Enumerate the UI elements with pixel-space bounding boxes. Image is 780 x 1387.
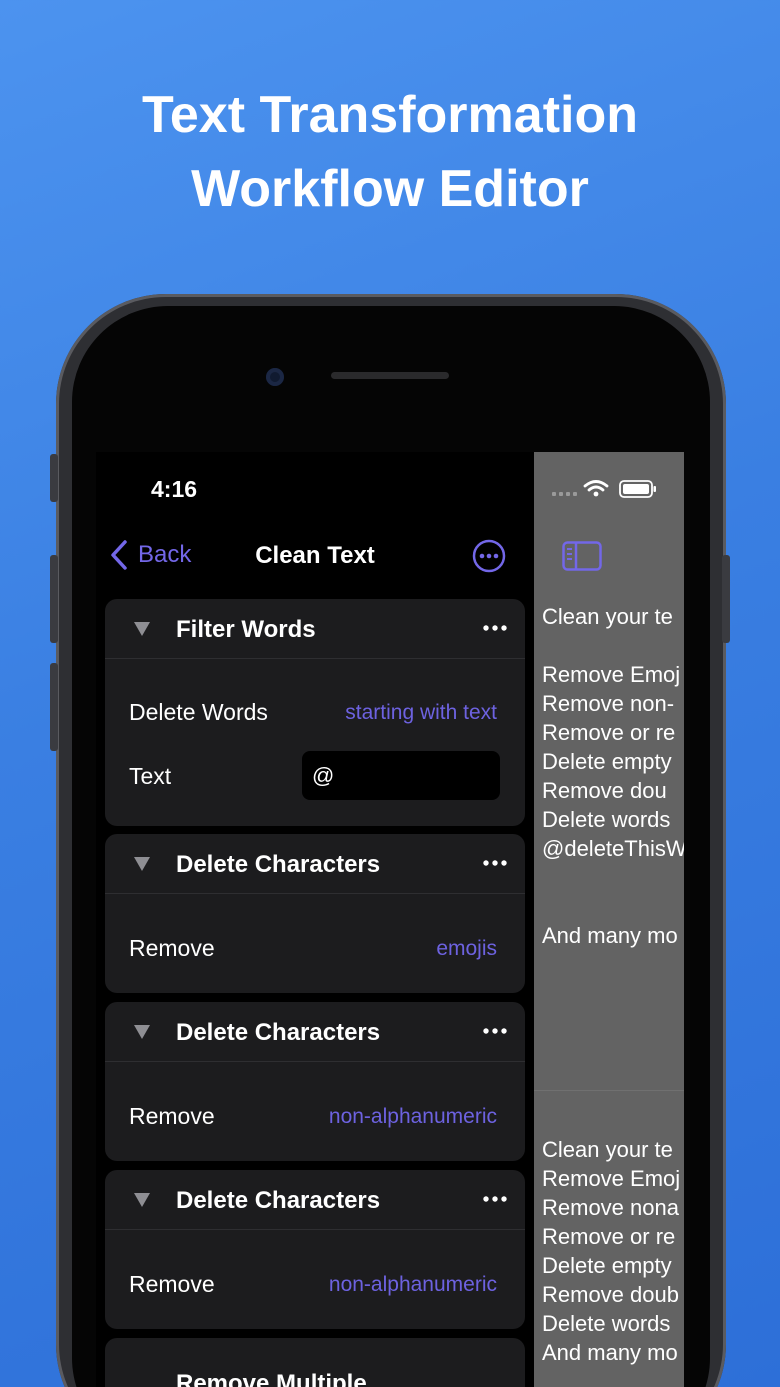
preview-line: Delete empty <box>542 749 672 774</box>
option-value-picker[interactable]: emojis <box>436 937 497 961</box>
output-text-preview[interactable]: Clean your te Remove Emoj Remove nona Re… <box>542 1135 680 1367</box>
collapse-triangle-icon[interactable] <box>133 1024 151 1040</box>
sidebar-toggle-icon[interactable] <box>562 541 602 571</box>
step-title: Delete Characters <box>176 1187 381 1214</box>
headline: Text Transformation Workflow Editor <box>0 78 780 226</box>
front-camera <box>266 368 284 386</box>
option-row-remove[interactable]: Remove non-alphanumeric <box>129 1103 497 1130</box>
step-card-header[interactable]: Delete Characters <box>105 834 525 894</box>
status-icons <box>552 480 656 498</box>
ellipsis-icon[interactable] <box>483 1195 507 1203</box>
ellipsis-icon[interactable] <box>483 624 507 632</box>
step-title: Remove Multiple <box>176 1370 367 1387</box>
preview-line: Remove doub <box>542 1282 679 1307</box>
battery-icon <box>619 480 656 498</box>
status-time: 4:16 <box>151 476 198 502</box>
step-card-filter-words: Filter Words Delete Words starting with … <box>105 599 525 826</box>
ellipsis-icon[interactable] <box>483 1027 507 1035</box>
step-card-header[interactable]: Delete Characters <box>105 1170 525 1230</box>
option-label: Delete Words <box>129 699 268 725</box>
preview-line <box>542 892 684 921</box>
headline-line-2: Workflow Editor <box>191 160 589 218</box>
ellipsis-icon[interactable] <box>483 859 507 867</box>
preview-line: Remove or re <box>542 1224 676 1249</box>
preview-line: And many mo <box>542 923 678 948</box>
phone-screen: 4:16 Back Clean Text Filter Words Delete… <box>96 452 684 1387</box>
option-value-picker[interactable]: non-alphanumeric <box>329 1105 497 1129</box>
earpiece-speaker <box>331 372 449 379</box>
step-card-header[interactable]: Remove Multiple <box>105 1338 525 1387</box>
preview-line: Remove Emoj <box>542 1166 681 1191</box>
step-title: Filter Words <box>176 616 316 643</box>
step-card-delete-characters: Delete Characters Remove non-alphanumeri… <box>105 1170 525 1329</box>
more-options-icon[interactable] <box>472 539 506 573</box>
preview-line <box>542 863 684 892</box>
option-row-remove[interactable]: Remove emojis <box>129 935 497 962</box>
preview-line: Remove dou <box>542 778 667 803</box>
text-input-field[interactable]: @ <box>302 751 500 800</box>
preview-line: Delete words <box>542 1311 671 1336</box>
option-label: Remove <box>129 935 215 961</box>
phone-power-button <box>722 555 730 643</box>
cellular-signal-icon <box>552 492 577 496</box>
step-card-delete-characters: Delete Characters Remove non-alphanumeri… <box>105 1002 525 1161</box>
option-value-picker[interactable]: starting with text <box>345 701 497 725</box>
step-card-delete-characters: Delete Characters Remove emojis <box>105 834 525 993</box>
workflow-editor-pane: 4:16 Back Clean Text Filter Words Delete… <box>96 452 534 1387</box>
preview-line: Remove or re <box>542 720 676 745</box>
step-card-header[interactable]: Delete Characters <box>105 1002 525 1062</box>
collapse-triangle-icon[interactable] <box>133 1192 151 1208</box>
option-row-remove[interactable]: Remove non-alphanumeric <box>129 1271 497 1298</box>
preview-line: Remove nona <box>542 1195 679 1220</box>
preview-line: And many mo <box>542 1340 678 1365</box>
step-title: Delete Characters <box>176 1019 381 1046</box>
preview-divider <box>534 1090 684 1091</box>
wifi-icon <box>583 480 609 492</box>
preview-line: @deleteThisW <box>542 836 684 861</box>
option-row-delete-words[interactable]: Delete Words starting with text <box>129 699 497 726</box>
page-title: Clean Text <box>255 542 375 569</box>
option-value-picker[interactable]: non-alphanumeric <box>329 1273 497 1297</box>
preview-line: Remove non- <box>542 691 675 716</box>
preview-line: Delete words <box>542 807 671 832</box>
preview-line: Delete empty <box>542 1253 672 1278</box>
preview-line: Clean your te <box>542 1137 673 1162</box>
preview-line: Remove Emoj <box>542 662 681 687</box>
collapse-triangle-icon[interactable] <box>133 621 151 637</box>
option-label: Remove <box>129 1103 215 1129</box>
step-title: Delete Characters <box>176 851 381 878</box>
collapse-triangle-icon[interactable] <box>133 856 151 872</box>
option-label: Remove <box>129 1271 215 1297</box>
phone-mute-switch <box>50 454 58 502</box>
step-card-remove-multiple: Remove Multiple <box>105 1338 525 1387</box>
input-text-preview[interactable]: Clean your te Remove Emoj Remove non- Re… <box>542 602 684 950</box>
text-preview-pane: Clean your te Remove Emoj Remove non- Re… <box>534 452 684 1387</box>
step-card-header[interactable]: Filter Words <box>105 599 525 659</box>
headline-line-1: Text Transformation <box>141 86 638 144</box>
phone-volume-up <box>50 555 58 643</box>
preview-line <box>542 631 684 660</box>
phone-volume-down <box>50 663 58 751</box>
preview-line: Clean your te <box>542 604 673 629</box>
option-label: Text <box>129 763 172 789</box>
